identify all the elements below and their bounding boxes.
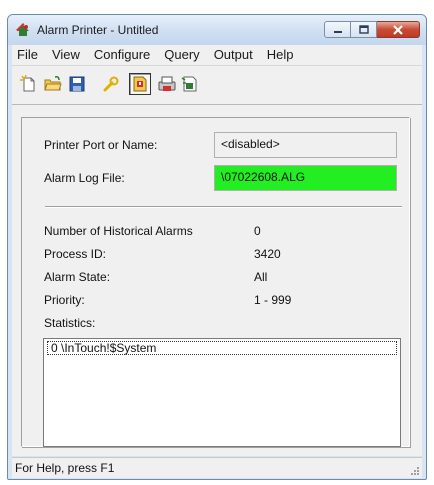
save-button[interactable] [66,73,88,95]
output-icon [181,76,197,92]
open-button[interactable] [42,73,64,95]
process-id-label: Process ID: [44,247,107,261]
status-panel: Printer Port or Name: <disabled> Alarm L… [21,117,410,447]
statistics-label: Statistics: [44,316,96,330]
maximize-button[interactable] [351,21,377,38]
configure-button[interactable] [100,73,122,95]
new-icon [20,75,35,92]
resize-grip-icon[interactable] [410,466,420,476]
menu-configure[interactable]: Configure [87,45,157,65]
query-icon [158,76,176,91]
alarm-print-button[interactable] [129,73,151,95]
configure-icon [103,76,119,92]
minimize-icon [333,30,342,33]
menu-help[interactable]: Help [260,45,301,65]
printer-port-label: Printer Port or Name: [44,138,158,152]
historical-alarms-label: Number of Historical Alarms [44,224,193,238]
status-text: For Help, press F1 [15,461,115,475]
alarm-log-label: Alarm Log File: [44,171,125,185]
alarm-log-field[interactable]: \07022608.ALG [214,165,397,191]
status-bar: For Help, press F1 [12,457,422,478]
close-button[interactable] [377,21,420,38]
menu-view[interactable]: View [45,45,87,65]
close-icon [393,24,403,35]
process-id-value: 3420 [254,247,281,261]
title-bar[interactable]: Alarm Printer - Untitled [8,15,426,45]
alarm-printer-app-icon [16,23,29,36]
window-title: Alarm Printer - Untitled [37,23,159,37]
alarm-print-icon [133,76,147,92]
caption-buttons [324,21,420,39]
client-area: Printer Port or Name: <disabled> Alarm L… [12,105,422,456]
save-icon [69,76,85,92]
divider [45,206,402,208]
historical-alarms-value: 0 [254,224,261,238]
priority-label: Priority: [44,293,85,307]
statistics-list[interactable]: 0 \InTouch!$System [43,338,401,447]
query-button[interactable] [156,73,178,95]
menu-output[interactable]: Output [207,45,260,65]
menu-query[interactable]: Query [157,45,206,65]
open-icon [44,76,62,91]
printer-port-field[interactable]: <disabled> [214,132,397,158]
output-button[interactable] [179,73,201,95]
app-window: Alarm Printer - Untitled File View Confi… [7,14,427,480]
alarm-state-value: All [254,270,268,284]
menu-file[interactable]: File [12,45,45,65]
toolbar [12,66,422,105]
menu-bar: File View Configure Query Output Help [12,45,422,66]
list-item[interactable]: 0 \InTouch!$System [47,341,397,355]
new-button[interactable] [18,73,40,95]
priority-value: 1 - 999 [254,293,292,307]
maximize-icon [358,25,369,34]
minimize-button[interactable] [324,21,351,38]
alarm-state-label: Alarm State: [44,270,111,284]
